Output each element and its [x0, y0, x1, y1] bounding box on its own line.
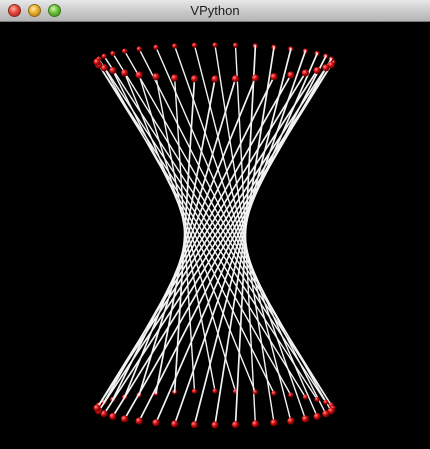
3d-scene-canvas[interactable] — [0, 22, 430, 449]
bead — [251, 420, 259, 428]
bead — [190, 421, 199, 429]
bead — [231, 421, 240, 429]
bead — [212, 388, 218, 394]
bead — [302, 394, 308, 400]
bead — [172, 43, 178, 49]
window-title: VPython — [190, 3, 240, 18]
bead — [211, 75, 219, 83]
bead — [109, 66, 117, 75]
bead — [212, 42, 218, 48]
string-line — [138, 55, 327, 422]
bead — [313, 66, 321, 75]
bead — [322, 64, 330, 72]
front-strings — [96, 45, 334, 426]
bead — [152, 73, 160, 81]
title-bar[interactable]: VPython — [0, 0, 430, 22]
bead — [190, 75, 199, 83]
bead — [152, 419, 160, 427]
bead — [313, 412, 321, 421]
bead — [211, 421, 219, 429]
hyperboloid-render — [93, 42, 336, 429]
bead — [110, 50, 116, 57]
bead — [232, 42, 239, 48]
bead — [135, 71, 143, 79]
bead — [109, 412, 117, 421]
bead — [323, 399, 329, 405]
bead — [314, 396, 320, 403]
bead — [287, 71, 295, 79]
vpython-window: VPython — [0, 0, 430, 449]
bead — [301, 69, 309, 77]
bead — [171, 420, 179, 428]
bead — [231, 75, 240, 83]
bead — [122, 48, 128, 54]
bead — [135, 417, 143, 425]
bead — [121, 69, 129, 77]
bead — [171, 74, 179, 82]
bead — [191, 388, 198, 394]
bead — [121, 415, 129, 423]
bead — [101, 53, 107, 59]
bead — [93, 404, 101, 412]
bead — [270, 419, 278, 427]
bead — [191, 42, 198, 48]
bead — [271, 390, 277, 396]
bead — [288, 392, 294, 398]
bead — [252, 389, 258, 395]
bead — [301, 415, 309, 423]
bead — [136, 46, 142, 52]
bead — [322, 410, 330, 418]
bead — [93, 58, 101, 66]
bead — [153, 44, 159, 50]
bead — [270, 73, 278, 81]
bead — [251, 74, 259, 82]
string-line — [155, 52, 319, 424]
bead — [287, 417, 295, 425]
